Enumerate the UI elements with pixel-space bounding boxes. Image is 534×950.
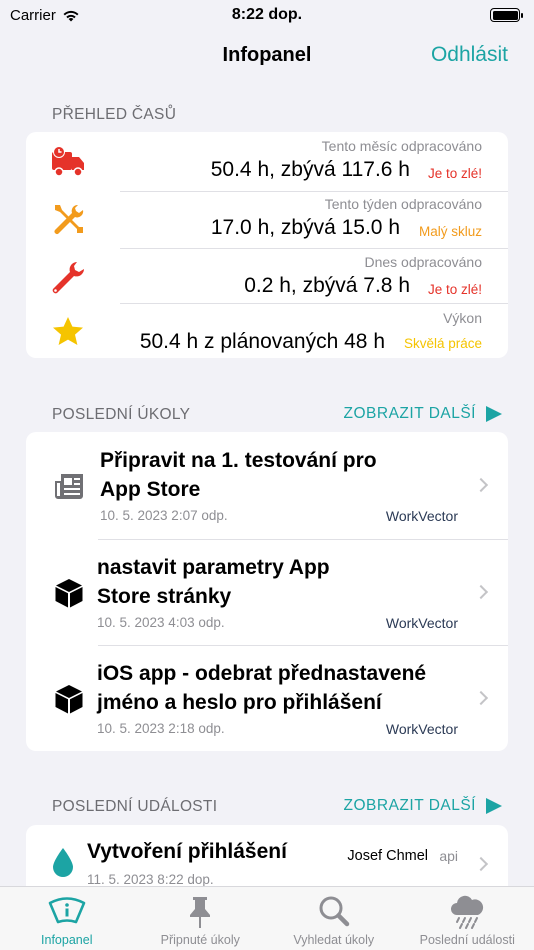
wrench-icon <box>52 262 84 294</box>
tab-bar: Infopanel Připnuté úkoly Vyhledat úkoly <box>0 886 534 950</box>
events-header: POSLEDNÍ UDÁLOSTI <box>52 798 218 815</box>
overview-value: 0.2 h, zbývá 7.8 h <box>244 274 410 297</box>
tab-recent-events[interactable]: Poslední události <box>401 887 534 950</box>
task-date: 10. 5. 2023 2:07 odp. <box>100 508 228 523</box>
tab-pinned-tasks[interactable]: Připnuté úkoly <box>134 887 268 950</box>
overview-value: 17.0 h, zbývá 15.0 h <box>210 216 400 239</box>
tab-label: Infopanel <box>41 933 93 947</box>
overview-value: 50.4 h, zbývá 117.6 h <box>210 158 410 181</box>
search-icon <box>319 896 349 927</box>
task-title-line: jméno a heslo pro přihlášení <box>97 691 382 714</box>
overview-status: Je to zlé! <box>427 166 482 181</box>
play-icon <box>486 798 502 814</box>
task-title-line: Připravit na 1. testování pro <box>100 449 377 472</box>
task-title-line: Store stránky <box>97 585 232 608</box>
overview-caption: Tento měsíc odpracováno <box>321 138 482 154</box>
chevron-right-icon <box>473 477 489 493</box>
overview-row-today: Dnes odpracováno 0.2 h, zbývá 7.8 h Je t… <box>26 248 508 306</box>
battery-icon <box>490 8 523 22</box>
overview-status: Skvělá práce <box>403 336 482 351</box>
tasks-show-more-label: ZOBRAZIT DALŠÍ <box>343 405 476 422</box>
truck-icon <box>52 146 84 177</box>
tab-infopanel[interactable]: Infopanel <box>0 887 134 950</box>
overview-caption: Tento týden odpracováno <box>324 196 482 212</box>
newspaper-icon <box>55 474 83 499</box>
logout-button[interactable]: Odhlásit <box>431 43 508 67</box>
event-title: Vytvoření přihlášení <box>87 840 287 863</box>
wifi-icon <box>63 10 79 21</box>
overview-header: PŘEHLED ČASŮ <box>52 106 177 123</box>
navigation-bar: Infopanel Odhlásit <box>0 36 534 76</box>
cube-icon <box>55 685 83 714</box>
drop-icon <box>53 848 73 877</box>
overview-row-performance: Výkon 50.4 h z plánovaných 48 h Skvělá p… <box>26 306 508 358</box>
chevron-right-icon <box>473 856 489 872</box>
dashboard-icon <box>48 897 86 924</box>
task-item[interactable]: Připravit na 1. testování pro App Store … <box>26 432 508 538</box>
events-card: Vytvoření přihlášení Josef Chmel api 11.… <box>26 825 508 895</box>
task-date: 10. 5. 2023 4:03 odp. <box>97 615 225 630</box>
tab-label: Vyhledat úkoly <box>293 933 375 947</box>
task-date: 10. 5. 2023 2:18 odp. <box>97 721 225 736</box>
overview-row-month: Tento měsíc odpracováno 50.4 h, zbývá 11… <box>26 132 508 190</box>
overview-status: Je to zlé! <box>427 282 482 297</box>
carrier-label: Carrier <box>10 6 56 24</box>
tools-icon <box>54 204 84 234</box>
task-title-line: iOS app - odebrat přednastavené <box>97 662 427 685</box>
event-date: 11. 5. 2023 8:22 dop. <box>87 872 214 887</box>
task-title-line: nastavit parametry App <box>97 556 330 579</box>
task-title: Připravit na 1. testování pro App Store <box>100 446 377 504</box>
tasks-header: POSLEDNÍ ÚKOLY <box>52 406 191 423</box>
tab-label: Připnuté úkoly <box>160 933 240 947</box>
overview-card: Tento měsíc odpracováno 50.4 h, zbývá 11… <box>26 132 508 358</box>
event-user: Josef Chmel <box>347 848 428 864</box>
star-icon <box>53 317 83 345</box>
task-project: WorkVector <box>385 721 458 737</box>
events-show-more-button[interactable]: ZOBRAZIT DALŠÍ <box>344 797 502 815</box>
overview-caption: Dnes odpracováno <box>364 254 482 270</box>
status-bar: Carrier 8:22 dop. <box>0 0 534 30</box>
event-item[interactable]: Vytvoření přihlášení Josef Chmel api 11.… <box>26 825 508 895</box>
events-show-more-label: ZOBRAZIT DALŠÍ <box>343 797 476 814</box>
chevron-right-icon <box>473 690 489 706</box>
status-time: 8:22 dop. <box>231 6 303 23</box>
chevron-right-icon <box>473 584 489 600</box>
cloud-rain-icon <box>451 895 484 929</box>
overview-status: Malý skluz <box>418 224 482 239</box>
tab-label: Poslední události <box>419 933 515 947</box>
task-title: nastavit parametry App Store stránky <box>97 553 330 611</box>
divider <box>120 303 508 304</box>
overview-row-week: Tento týden odpracováno 17.0 h, zbývá 15… <box>26 190 508 248</box>
task-item[interactable]: iOS app - odebrat přednastavené jméno a … <box>26 645 508 751</box>
tasks-show-more-button[interactable]: ZOBRAZIT DALŠÍ <box>344 405 502 423</box>
tasks-card: Připravit na 1. testování pro App Store … <box>26 432 508 751</box>
tab-search-tasks[interactable]: Vyhledat úkoly <box>267 887 401 950</box>
cube-icon <box>55 579 83 608</box>
task-project: WorkVector <box>385 615 458 631</box>
event-source: api <box>439 848 458 864</box>
overview-caption: Výkon <box>443 310 482 326</box>
task-title: iOS app - odebrat přednastavené jméno a … <box>97 659 426 717</box>
status-left: Carrier <box>10 7 80 24</box>
task-project: WorkVector <box>385 508 458 524</box>
play-icon <box>486 406 502 422</box>
pin-icon <box>190 897 211 928</box>
task-item[interactable]: nastavit parametry App Store stránky 10.… <box>26 539 508 645</box>
overview-value: 50.4 h z plánovaných 48 h <box>139 330 385 353</box>
task-title-line: App Store <box>100 478 201 501</box>
